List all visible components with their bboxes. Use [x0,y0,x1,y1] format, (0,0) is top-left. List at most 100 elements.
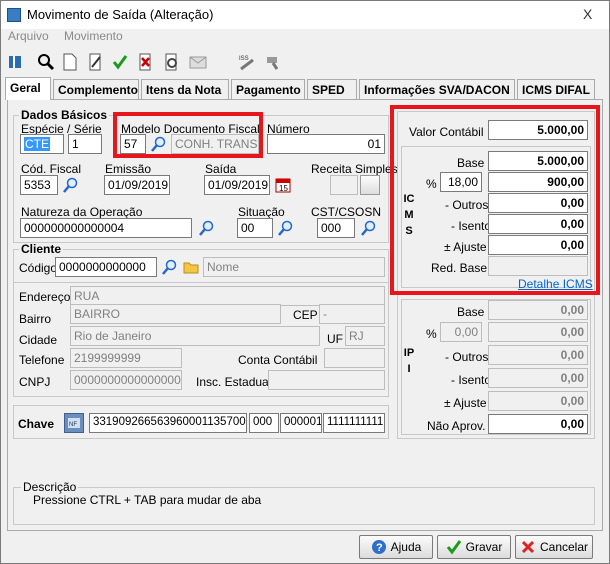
ipi-outros-input: 0,00 [488,345,588,365]
chave-part4-input[interactable]: 1111111111 [323,413,385,433]
cst-label: CST/CSOSN [311,205,382,219]
situacao-label: Situação [238,205,285,219]
tab-icms-difal[interactable]: ICMS DIFAL [517,79,595,99]
cidade-label: Cidade [19,333,58,347]
telefone-label: Telefone [19,353,65,367]
bairro-label: Bairro [19,312,52,326]
folder-icon[interactable] [181,257,201,277]
search-icon[interactable] [276,218,296,238]
close-icon[interactable]: X [583,6,592,22]
endereco-input: RUA [70,286,385,306]
calendar-icon[interactable]: 15 [273,175,293,195]
ipi-ajuste-input: 0,00 [488,391,588,411]
title-bar: Movimento de Saída (Alteração) X [1,1,609,29]
search-icon[interactable] [35,51,57,73]
tab-complemento[interactable]: Complemento [53,79,139,99]
iss-icon[interactable]: ISS [237,51,259,73]
window-title: Movimento de Saída (Alteração) [27,7,214,22]
menu-arquivo[interactable]: Arquivo [8,29,49,43]
ipi-base-label: Base [457,305,485,319]
svg-text:15: 15 [279,184,288,193]
menu-bar: Arquivo Movimento [1,29,609,47]
book-icon[interactable] [4,51,26,73]
search-icon[interactable] [160,257,180,277]
edit-icon[interactable] [85,51,107,73]
cidade-input: Rio de Janeiro [70,326,320,346]
codigo-label: Código [19,261,58,275]
insc-estadual-label: Insc. Estadual [196,375,272,389]
gravar-label: Gravar [465,540,503,554]
cep-label: CEP [293,308,318,322]
cst-input[interactable]: 000 [317,218,355,238]
conta-contabil-input [324,348,385,368]
check-icon [446,540,461,555]
especie-input[interactable]: CTE [20,134,64,154]
ipi-ajuste-label: ± Ajuste [444,396,487,410]
saida-input[interactable]: 01/09/2019 [204,175,270,195]
ipi-outros-label: - Outros [445,350,489,364]
nao-aprov-input[interactable]: 0,00 [488,414,588,434]
app-icon [7,8,21,22]
cnpj-input: 0000000000000000 [70,370,182,390]
tab-itens-da-nota[interactable]: Itens da Nota [141,79,229,99]
tab-informacoes-sva-dacon[interactable]: Informações SVA/DACON [359,79,515,99]
check-icon[interactable] [109,51,131,73]
svg-text:ISS: ISS [239,56,249,62]
search-icon[interactable] [359,218,379,238]
new-document-icon[interactable] [59,51,81,73]
ajuda-button[interactable]: ? Ajuda [359,535,433,559]
especie-value: CTE [24,137,50,151]
cancel-x-icon [521,540,535,554]
telefone-input: 2199999999 [70,348,182,368]
ipi-pct-input: 0,00 [440,322,482,342]
natureza-input[interactable]: 000000000000004 [20,218,192,238]
descricao-title: Descrição [21,480,79,494]
highlight-icms [390,105,600,295]
cod-fiscal-input[interactable]: 5353 [20,175,58,195]
svg-text:NF: NF [69,422,77,428]
emissao-input[interactable]: 01/09/2019 [104,175,170,195]
ipi-pct-value-input: 0,00 [488,322,588,342]
dados-basicos-title: Dados Básicos [19,108,110,122]
menu-movimento[interactable]: Movimento [64,29,123,43]
transfer-icon[interactable] [263,51,285,73]
cep-input: - [319,304,385,324]
insc-estadual-input [268,370,385,390]
main-window: Movimento de Saída (Alteração) X Arquivo… [0,0,610,564]
codigo-input[interactable]: 0000000000000 [55,257,157,277]
ajuda-label: Ajuda [390,540,422,554]
ipi-isento-input: 0,00 [488,368,588,388]
uf-label: UF [327,332,343,346]
search-icon[interactable] [61,175,81,195]
cancelar-label: Cancelar [539,540,589,554]
receita-simples-button[interactable] [360,175,380,195]
gravar-button[interactable]: Gravar [437,535,511,559]
tab-sped[interactable]: SPED [307,79,357,99]
search-icon[interactable] [197,218,217,238]
svg-text:?: ? [376,542,383,554]
tab-geral[interactable]: Geral [5,77,51,100]
numero-input[interactable]: 01 [267,134,385,154]
nome-input: Nome [203,257,385,277]
serie-input[interactable]: 1 [68,134,102,154]
emissao-label: Emissão [105,162,152,176]
ipi-vertical-label: IPI [403,347,415,375]
bairro-input: BAIRRO [70,304,281,324]
situacao-input[interactable]: 00 [237,218,273,238]
chave-part2-input[interactable]: 000 [249,413,279,433]
ipi-base-input: 0,00 [488,300,588,320]
chave-part1-input[interactable]: 33190926656396000113570010 [89,413,247,433]
tab-pagamento[interactable]: Pagamento [231,79,305,99]
saida-label: Saída [205,162,237,176]
cliente-title: Cliente [19,242,64,256]
chave-part3-input[interactable]: 000001 [280,413,322,433]
uf-input: RJ [345,326,385,346]
cancelar-button[interactable]: Cancelar [515,535,593,559]
mail-icon[interactable] [187,51,209,73]
delete-icon[interactable] [135,51,157,73]
endereco-label: Endereço [19,290,71,304]
nfe-icon[interactable]: NF [64,413,84,433]
cliente-divider [13,282,389,283]
natureza-label: Natureza da Operação [21,205,143,219]
refresh-icon[interactable] [161,51,183,73]
